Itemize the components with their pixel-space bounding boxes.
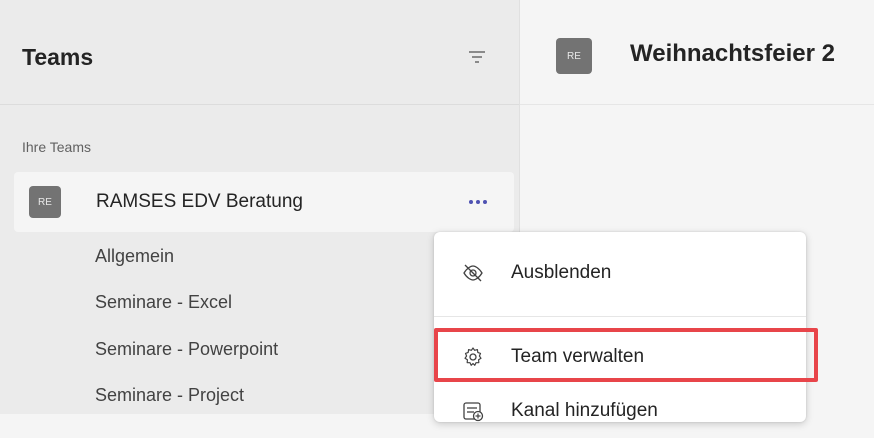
menu-item-label: Ausblenden (511, 262, 612, 283)
menu-item-ausblenden[interactable]: Ausblenden (434, 246, 806, 300)
team-row-ramses[interactable]: RE RAMSES EDV Beratung (14, 172, 514, 232)
teams-header: Teams (0, 0, 519, 105)
channel-item[interactable]: Seminare - Powerpoint (95, 339, 278, 360)
menu-divider (434, 316, 806, 317)
teams-title: Teams (22, 44, 94, 70)
channel-item[interactable]: Allgemein (95, 246, 174, 267)
add-channel-icon (463, 402, 484, 422)
team-header-avatar: RE (556, 38, 592, 74)
gear-icon (464, 347, 482, 366)
filter-icon[interactable] (466, 48, 488, 66)
channel-item[interactable]: Seminare - Excel (95, 292, 232, 313)
hide-icon (463, 264, 483, 282)
team-name: RAMSES EDV Beratung (96, 191, 303, 212)
team-header: RE Weihnachtsfeier 2 (520, 0, 874, 105)
menu-item-team-verwalten[interactable]: Team verwalten (434, 330, 806, 384)
more-options-icon[interactable] (464, 188, 492, 216)
menu-item-label: Kanal hinzufügen (511, 400, 658, 421)
menu-item-label: Team verwalten (511, 346, 645, 367)
team-context-menu: Ausblenden Team verwalten Kanal hinzufüg… (434, 232, 806, 422)
channel-item[interactable]: Seminare - Project (95, 385, 244, 406)
menu-item-kanal-hinzufuegen[interactable]: Kanal hinzufügen (434, 384, 806, 438)
team-title: Weihnachtsfeier 2 (630, 40, 835, 67)
team-avatar: RE (29, 186, 61, 218)
section-label-ihre-teams: Ihre Teams (22, 139, 91, 155)
